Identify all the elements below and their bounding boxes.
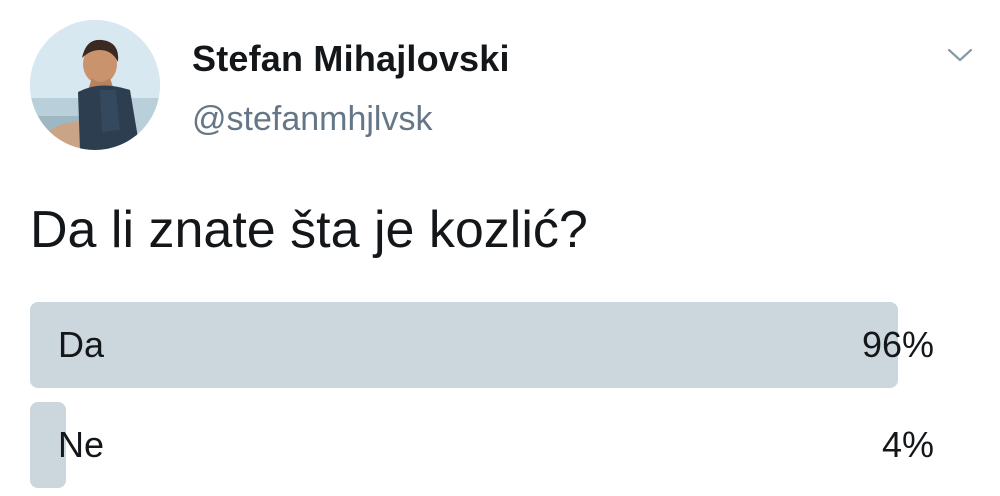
poll-option-percent: 96% (861, 324, 934, 365)
poll-option-label: Da (58, 324, 105, 365)
poll-option-da[interactable]: Da 96% (30, 302, 934, 388)
author-display-name[interactable]: Stefan Mihajlovski (192, 38, 510, 80)
poll: Da 96% Ne 4% (30, 302, 934, 496)
poll-option-ne[interactable]: Ne 4% (30, 402, 934, 488)
poll-option-label: Ne (58, 424, 105, 465)
author-handle[interactable]: @stefanmhjlvsk (192, 100, 432, 139)
tweet-menu-button[interactable] (942, 40, 978, 70)
tweet-text: Da li znate šta je kozlić? (30, 201, 588, 259)
poll-bar (30, 302, 898, 388)
profile-photo-icon (30, 20, 160, 150)
tweet-card: Stefan Mihajlovski @stefanmhjlvsk Da li … (0, 0, 1000, 496)
poll-option-percent: 4% (881, 424, 934, 465)
chevron-down-icon (947, 48, 973, 62)
avatar[interactable] (30, 20, 160, 150)
